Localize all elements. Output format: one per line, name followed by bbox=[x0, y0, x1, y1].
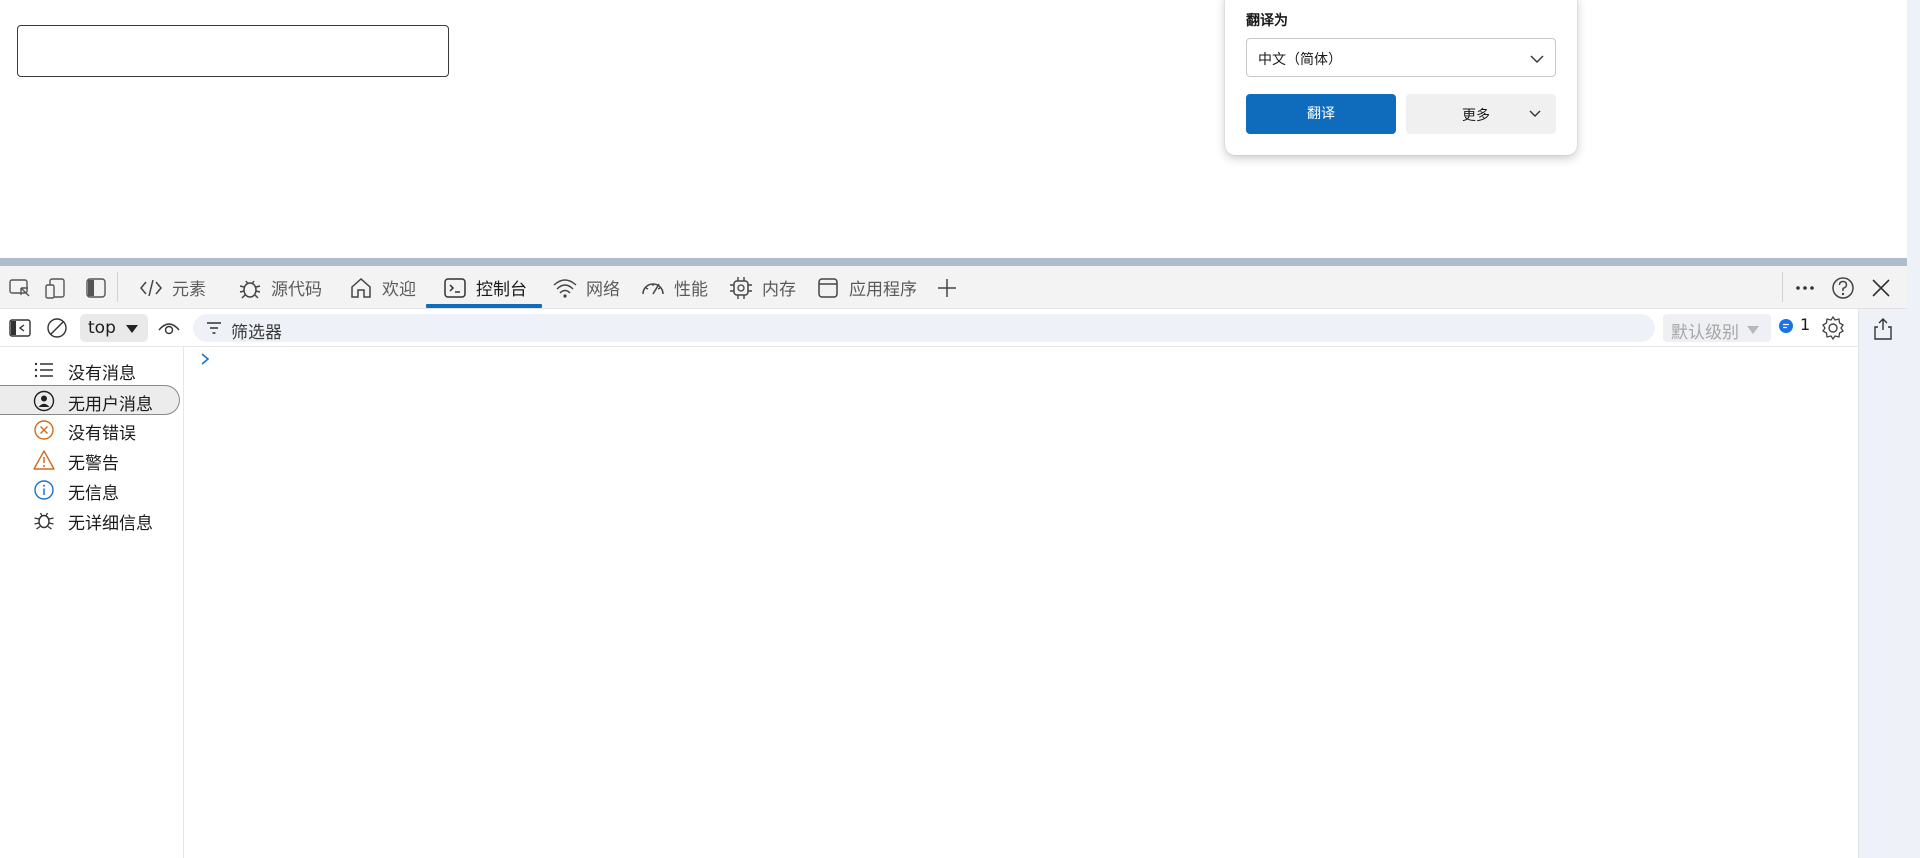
sidebar-item-label: 无用户消息 bbox=[68, 395, 153, 415]
page-text-input[interactable] bbox=[17, 25, 449, 77]
console-prompt-chevron-icon bbox=[201, 353, 210, 365]
issue-count[interactable]: 1 bbox=[1800, 315, 1810, 334]
sidebar-item-label: 没有消息 bbox=[68, 364, 136, 384]
quick-view-dock-icon[interactable] bbox=[1871, 317, 1895, 341]
web-page-viewport bbox=[0, 0, 1907, 258]
home-icon bbox=[351, 277, 371, 298]
tab-console[interactable]: 控制台 bbox=[442, 266, 527, 309]
bug-icon bbox=[34, 512, 54, 530]
caret-down-icon bbox=[1747, 326, 1759, 334]
more-options-button[interactable]: 更多 bbox=[1406, 94, 1556, 134]
log-level-select[interactable]: 默认级别 bbox=[1663, 314, 1771, 343]
console-settings-gear-icon[interactable] bbox=[1820, 315, 1846, 341]
code-icon bbox=[140, 279, 162, 296]
warning-icon bbox=[33, 450, 55, 470]
add-tab-icon[interactable] bbox=[933, 274, 961, 302]
quick-view-rail bbox=[1858, 309, 1907, 858]
target-language-select[interactable]: 中文（简体） bbox=[1246, 38, 1556, 77]
more-options-label: 更多 bbox=[1462, 108, 1490, 124]
show-sidebar-icon[interactable] bbox=[8, 317, 32, 339]
javascript-context-select[interactable]: top bbox=[80, 314, 148, 342]
tab-label: 性能 bbox=[674, 280, 708, 300]
target-language-value: 中文（简体） bbox=[1258, 52, 1342, 68]
active-tab-indicator bbox=[426, 304, 542, 308]
tab-label: 源代码 bbox=[271, 280, 322, 300]
console-icon bbox=[444, 277, 466, 298]
sidebar-item-verbose[interactable]: 无详细信息 bbox=[0, 505, 180, 535]
tab-label: 内存 bbox=[762, 280, 796, 300]
tab-application[interactable]: 应用程序 bbox=[815, 266, 917, 309]
tab-network[interactable]: 网络 bbox=[552, 266, 620, 309]
translate-button[interactable]: 翻译 bbox=[1246, 94, 1396, 134]
error-circle-icon bbox=[34, 420, 54, 440]
console-filter-input[interactable]: 筛选器 bbox=[193, 314, 1655, 343]
caret-down-icon bbox=[126, 325, 138, 333]
translate-to-label: 翻译为 bbox=[1246, 13, 1288, 29]
console-output-area[interactable] bbox=[184, 347, 1858, 858]
clear-console-icon[interactable] bbox=[45, 316, 69, 340]
message-bubble-icon[interactable] bbox=[1778, 318, 1794, 334]
sidebar-item-warnings[interactable]: 无警告 bbox=[0, 445, 180, 475]
sidebar-item-user-messages[interactable]: 无用户消息 bbox=[0, 385, 180, 415]
tab-label: 控制台 bbox=[476, 280, 527, 300]
tab-separator bbox=[117, 272, 118, 302]
context-value: top bbox=[88, 318, 116, 338]
gauge-icon bbox=[642, 282, 664, 294]
tab-separator bbox=[1782, 272, 1783, 302]
console-sidebar: 没有消息 无用户消息 没有错误 无警告 无信息 无详细信息 bbox=[0, 347, 184, 858]
help-icon[interactable] bbox=[1829, 274, 1857, 302]
app-window-icon bbox=[818, 277, 838, 298]
user-circle-icon bbox=[33, 390, 55, 412]
tab-welcome[interactable]: 欢迎 bbox=[348, 266, 416, 309]
tab-label: 元素 bbox=[172, 280, 206, 300]
filter-placeholder: 筛选器 bbox=[231, 323, 282, 343]
chevron-down-icon bbox=[1530, 55, 1544, 63]
sidebar-item-errors[interactable]: 没有错误 bbox=[0, 415, 180, 445]
tab-performance[interactable]: 性能 bbox=[640, 266, 708, 309]
devtools-resize-divider[interactable] bbox=[0, 258, 1907, 266]
info-icon bbox=[34, 480, 54, 500]
more-tools-icon[interactable] bbox=[1791, 274, 1819, 302]
tab-memory[interactable]: 内存 bbox=[728, 266, 796, 309]
sidebar-item-label: 无警告 bbox=[68, 454, 119, 474]
tab-sources[interactable]: 源代码 bbox=[237, 266, 322, 309]
tab-label: 应用程序 bbox=[849, 280, 917, 300]
device-emulation-icon[interactable] bbox=[43, 274, 71, 302]
translate-popup: 翻译为 中文（简体） 翻译 更多 bbox=[1225, 0, 1577, 155]
inspect-element-icon[interactable] bbox=[6, 274, 34, 302]
chevron-down-icon bbox=[1529, 110, 1541, 117]
devtools-tab-bar: 元素 源代码 欢迎 控制台 网络 性能 内存 应用程序 bbox=[0, 266, 1907, 309]
toggle-drawer-icon[interactable] bbox=[82, 274, 110, 302]
sidebar-item-label: 没有错误 bbox=[68, 424, 136, 444]
log-level-value: 默认级别 bbox=[1671, 323, 1739, 343]
sidebar-item-label: 无信息 bbox=[68, 484, 119, 504]
console-toolbar: top 筛选器 默认级别 1 bbox=[0, 309, 1907, 347]
tab-label: 网络 bbox=[586, 280, 620, 300]
window-right-edge bbox=[1907, 0, 1920, 858]
filter-icon bbox=[207, 322, 221, 334]
sidebar-item-label: 无详细信息 bbox=[68, 514, 153, 534]
bug-icon bbox=[239, 280, 261, 299]
close-devtools-icon[interactable] bbox=[1867, 274, 1895, 302]
sidebar-item-messages[interactable]: 没有消息 bbox=[0, 355, 180, 385]
list-icon bbox=[34, 362, 53, 378]
sidebar-item-info[interactable]: 无信息 bbox=[0, 475, 180, 505]
tab-elements[interactable]: 元素 bbox=[138, 266, 206, 309]
tab-label: 欢迎 bbox=[382, 280, 416, 300]
wifi-icon bbox=[553, 278, 577, 298]
live-expression-eye-icon[interactable] bbox=[157, 318, 181, 338]
chip-icon bbox=[730, 276, 752, 299]
